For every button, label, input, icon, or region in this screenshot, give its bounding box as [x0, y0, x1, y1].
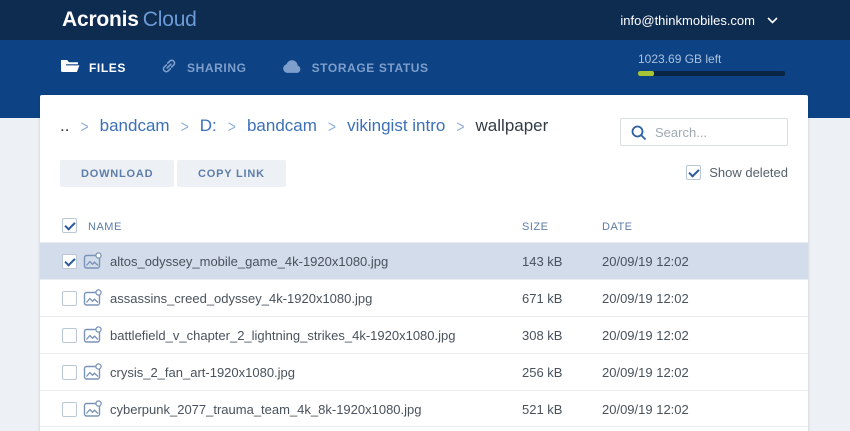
file-date: 20/09/19 12:02 — [602, 254, 689, 269]
row-checkbox[interactable] — [62, 365, 77, 380]
file-browser-card: .. > bandcam > D: > bandcam > vikingist intro > wa… — [40, 95, 808, 431]
row-checkbox[interactable] — [62, 254, 77, 269]
file-size: 143 kB — [522, 254, 562, 269]
acronis-cloud-logo: AcronisCloud — [62, 8, 197, 32]
copy-link-button[interactable]: COPY LINK — [177, 160, 286, 187]
table-row[interactable]: battlefield_v_chapter_2_lightning_strike… — [40, 316, 808, 353]
file-date: 20/09/19 12:02 — [602, 365, 689, 380]
breadcrumb: .. > bandcam > D: > bandcam > vikingist intro > wa… — [60, 116, 548, 136]
column-header-date[interactable]: DATE — [602, 221, 633, 233]
acronis-cloud-page: AcronisCloud info@thinkmobiles.com FILES… — [0, 0, 850, 431]
logo-product: Cloud — [143, 8, 197, 31]
table-row[interactable]: cyberpunk_2077_trauma_team_4k_8k-1920x10… — [40, 390, 808, 427]
nav-item-label: STORAGE STATUS — [312, 61, 429, 75]
image-file-icon — [83, 363, 103, 386]
image-file-icon — [83, 326, 103, 349]
file-size: 671 kB — [522, 291, 562, 306]
files-table: NAME SIZE DATE altos_odyssey_mobile_game… — [40, 212, 808, 427]
account-menu[interactable]: info@thinkmobiles.com — [620, 0, 778, 40]
breadcrumb-item[interactable]: vikingist intro — [347, 116, 445, 136]
top-bar: AcronisCloud info@thinkmobiles.com — [0, 0, 850, 40]
breadcrumb-item[interactable]: bandcam — [247, 116, 317, 136]
show-deleted-checkbox[interactable] — [686, 165, 701, 180]
file-name: cyberpunk_2077_trauma_team_4k_8k-1920x10… — [110, 402, 422, 417]
table-header: NAME SIZE DATE — [40, 212, 808, 242]
show-deleted-label: Show deleted — [709, 165, 788, 180]
row-checkbox[interactable] — [62, 291, 77, 306]
nav-item-label: FILES — [89, 61, 126, 75]
account-email: info@thinkmobiles.com — [620, 13, 755, 28]
show-deleted-toggle[interactable]: Show deleted — [686, 165, 788, 180]
file-name: assassins_creed_odyssey_4k-1920x1080.jpg — [110, 291, 372, 306]
file-date: 20/09/19 12:02 — [602, 291, 689, 306]
nav-item-storage-status[interactable]: STORAGE STATUS — [281, 59, 429, 77]
nav-row: FILES SHARING STORAGE STATUS — [60, 40, 429, 95]
storage-progress-track — [638, 71, 785, 76]
breadcrumb-item: .. — [60, 116, 69, 136]
file-name: altos_odyssey_mobile_game_4k-1920x1080.j… — [110, 254, 388, 269]
breadcrumb-item: wallpaper — [476, 116, 549, 136]
file-name: crysis_2_fan_art-1920x1080.jpg — [110, 365, 295, 380]
file-size: 308 kB — [522, 328, 562, 343]
storage-progress-fill — [638, 71, 654, 76]
image-file-icon — [83, 252, 103, 275]
image-file-icon — [83, 400, 103, 423]
file-date: 20/09/19 12:02 — [602, 402, 689, 417]
nav-item-sharing[interactable]: SHARING — [160, 57, 247, 78]
breadcrumb-separator-icon: > — [181, 116, 189, 136]
column-header-size[interactable]: SIZE — [522, 221, 548, 233]
breadcrumb-item[interactable]: D: — [200, 116, 217, 136]
image-file-icon — [83, 289, 103, 312]
search-icon — [631, 125, 647, 141]
file-name: battlefield_v_chapter_2_lightning_strike… — [110, 328, 455, 343]
nav-item-files[interactable]: FILES — [60, 58, 126, 77]
table-row[interactable]: altos_odyssey_mobile_game_4k-1920x1080.j… — [40, 242, 808, 279]
chevron-down-icon — [767, 11, 778, 29]
storage-left-label: 1023.69 GB left — [638, 52, 785, 66]
cloud-icon — [281, 59, 303, 77]
select-all-checkbox[interactable] — [62, 218, 77, 233]
link-icon — [160, 57, 178, 78]
breadcrumb-separator-icon: > — [80, 116, 88, 136]
logo-brand: Acronis — [62, 8, 139, 31]
table-body: altos_odyssey_mobile_game_4k-1920x1080.j… — [40, 242, 808, 427]
search-input[interactable] — [655, 119, 783, 145]
breadcrumb-separator-icon: > — [228, 116, 236, 136]
search-box — [620, 118, 788, 146]
table-row[interactable]: assassins_creed_odyssey_4k-1920x1080.jpg… — [40, 279, 808, 316]
nav-item-label: SHARING — [187, 61, 247, 75]
breadcrumb-item[interactable]: bandcam — [100, 116, 170, 136]
file-size: 256 kB — [522, 365, 562, 380]
breadcrumb-separator-icon: > — [328, 116, 336, 136]
column-header-name[interactable]: NAME — [88, 221, 122, 233]
file-date: 20/09/19 12:02 — [602, 328, 689, 343]
row-checkbox[interactable] — [62, 328, 77, 343]
folder-icon — [60, 58, 80, 77]
file-size: 521 kB — [522, 402, 562, 417]
table-row[interactable]: crysis_2_fan_art-1920x1080.jpg 256 kB 20… — [40, 353, 808, 390]
row-checkbox[interactable] — [62, 402, 77, 417]
storage-indicator: 1023.69 GB left — [638, 52, 785, 76]
download-button[interactable]: DOWNLOAD — [60, 160, 174, 187]
breadcrumb-separator-icon: > — [456, 116, 464, 136]
